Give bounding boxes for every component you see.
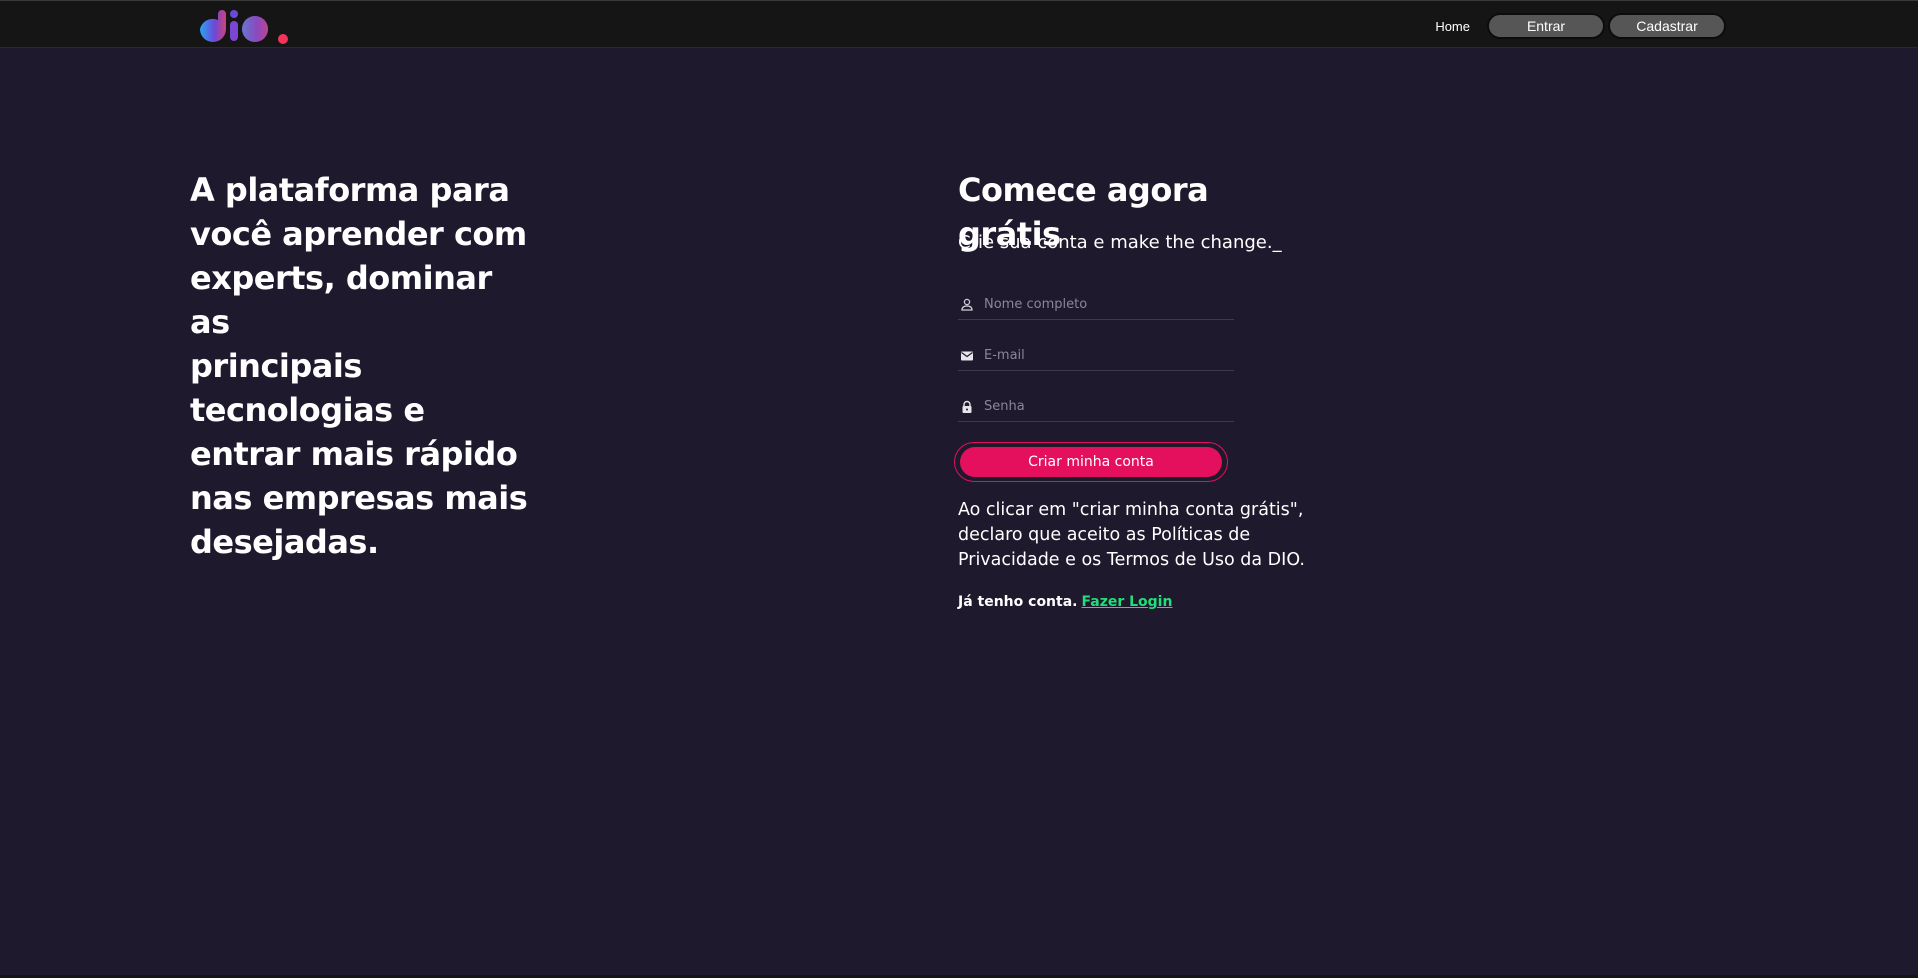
form-subtitle: Crie sua conta e make the change._: [958, 232, 1282, 253]
terms-line: declaro que aceito as Políticas de: [958, 525, 1251, 545]
have-account-text: Já tenho conta.: [958, 594, 1078, 610]
mail-icon: [960, 349, 974, 363]
create-account-button[interactable]: Criar minha conta: [960, 447, 1222, 477]
password-field-wrapper: [958, 392, 1234, 422]
dio-logo[interactable]: [196, 7, 290, 45]
name-field-wrapper: [958, 290, 1234, 320]
person-icon: [960, 298, 974, 312]
password-input[interactable]: [984, 399, 1224, 414]
hero-line: experts, dominar as: [190, 259, 492, 341]
terms-line: Privacidade e os Termos de Uso da DIO.: [958, 550, 1305, 570]
email-input[interactable]: [984, 348, 1224, 363]
signup-button[interactable]: Cadastrar: [1608, 13, 1726, 39]
hero-line: A plataforma para: [190, 171, 510, 209]
email-field-wrapper: [958, 341, 1234, 371]
login-button[interactable]: Entrar: [1487, 13, 1605, 39]
login-link[interactable]: Fazer Login: [1082, 594, 1173, 610]
lock-icon: [960, 400, 974, 414]
top-navbar: Home Entrar Cadastrar: [0, 0, 1918, 48]
hero-headline: A plataforma para você aprender com expe…: [190, 168, 530, 564]
nav-home-link[interactable]: Home: [1435, 19, 1470, 34]
signup-form: Comece agora grátis Crie sua conta e mak…: [954, 168, 1318, 610]
hero-line: tecnologias e: [190, 391, 425, 429]
terms-text: Ao clicar em "criar minha conta grátis",…: [958, 498, 1318, 573]
hero-line: nas empresas mais: [190, 479, 528, 517]
nav-menu: Home Entrar Cadastrar: [1435, 13, 1726, 39]
hero-line: você aprender com: [190, 215, 527, 253]
hero-line: desejadas.: [190, 523, 379, 561]
hero-line: entrar mais rápido: [190, 435, 518, 473]
terms-line: Ao clicar em "criar minha conta grátis",: [958, 500, 1304, 520]
have-account-line: Já tenho conta. Fazer Login: [958, 594, 1172, 610]
hero-line: principais: [190, 347, 362, 385]
submit-button-outline: Criar minha conta: [954, 442, 1228, 482]
name-input[interactable]: [984, 297, 1224, 312]
dio-logo-icon: [200, 10, 288, 44]
